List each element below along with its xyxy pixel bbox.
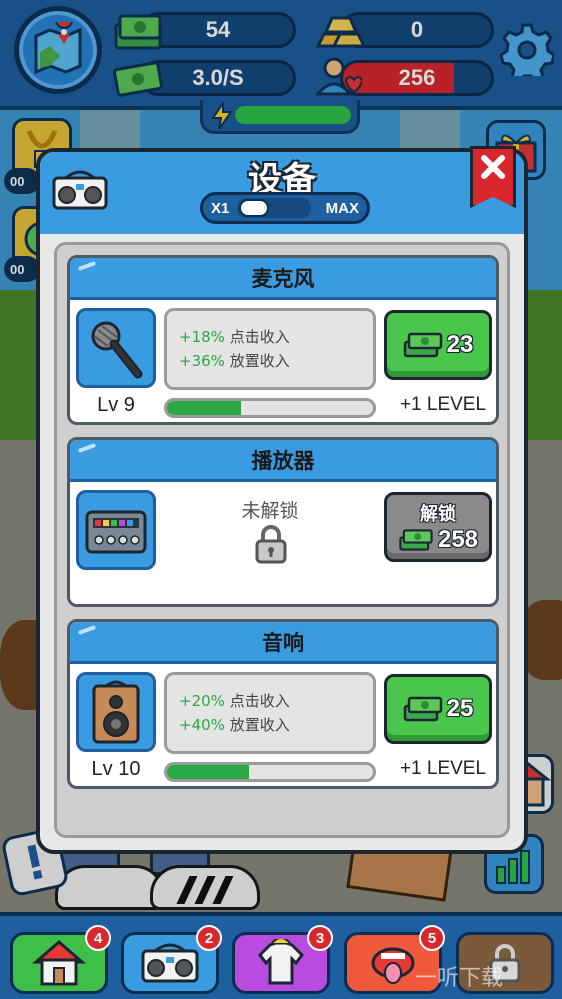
nav-equipment-button[interactable]: 2 xyxy=(121,925,222,994)
unlock-label: 解锁 xyxy=(420,504,456,524)
equipment-modal: 设备 X1 MAX 麦克风 Lv 9 +18% 点击收入 +36% 放置收入 2… xyxy=(36,146,528,854)
equipment-name: 音响 xyxy=(70,622,496,664)
upgrade-price: 23 xyxy=(446,331,474,358)
equipment-bonus: +18% 点击收入 +36% 放置收入 xyxy=(164,308,376,390)
next-level-label: +1 LEVEL xyxy=(399,394,487,415)
multiplier-min-label: X1 xyxy=(211,200,230,217)
multiplier-switch[interactable] xyxy=(237,198,311,218)
click-bonus-label: 点击收入 xyxy=(229,692,290,710)
cash-stack-icon xyxy=(399,529,433,551)
cash-stack-icon xyxy=(403,696,442,722)
equipment-list[interactable]: 麦克风 Lv 9 +18% 点击收入 +36% 放置收入 23 +1 LEVEL… xyxy=(54,242,510,838)
nav-home-button[interactable]: 4 xyxy=(10,925,111,994)
multiplier-switch-knob[interactable] xyxy=(239,199,269,217)
level-progress-bar xyxy=(164,762,376,782)
equipment-level: Lv 10 xyxy=(91,758,141,780)
notification-badge: 4 xyxy=(85,925,111,951)
next-level-label: +1 LEVEL xyxy=(399,758,487,779)
modal-header: 设备 X1 MAX xyxy=(40,152,524,234)
nav-outfit-button[interactable]: 3 xyxy=(232,925,333,994)
idle-bonus-pct: +36% xyxy=(179,352,225,370)
mouth-icon xyxy=(371,947,415,984)
level-progress-fill xyxy=(167,401,242,415)
click-bonus-label: 点击收入 xyxy=(229,328,290,346)
notification-badge: 3 xyxy=(307,925,333,951)
idle-bonus-label: 放置收入 xyxy=(229,352,290,370)
equipment-name: 麦克风 xyxy=(70,258,496,300)
house-icon xyxy=(32,940,86,986)
equipment-card-microphone: 麦克风 Lv 9 +18% 点击收入 +36% 放置收入 23 +1 LEVEL xyxy=(67,255,499,425)
equipment-card-speaker: 音响 Lv 10 +20% 点击收入 +40% 放置收入 25 +1 LEVEL xyxy=(67,619,499,789)
notification-badge: 5 xyxy=(419,925,445,951)
idle-bonus-label: 放置收入 xyxy=(229,716,290,734)
speaker-icon xyxy=(76,672,156,752)
cash-stack-icon xyxy=(403,332,442,358)
click-bonus-pct: +20% xyxy=(179,692,225,710)
upgrade-price: 25 xyxy=(446,695,474,722)
click-bonus-pct: +18% xyxy=(179,328,225,346)
padlock-icon xyxy=(254,524,288,568)
upgrade-button[interactable]: 25 xyxy=(384,674,492,744)
equipment-name: 播放器 xyxy=(70,440,496,482)
unlock-button[interactable]: 解锁 258 xyxy=(384,492,492,562)
equipment-level: Lv 9 xyxy=(97,394,135,416)
idle-bonus-pct: +40% xyxy=(179,716,225,734)
mixer-icon xyxy=(76,490,156,570)
unlock-price: 258 xyxy=(437,526,479,553)
watermark-text: 一听下载 xyxy=(415,966,504,991)
microphone-icon xyxy=(76,308,156,388)
locked-status: 未解锁 xyxy=(241,500,299,522)
level-progress-bar xyxy=(164,398,376,418)
multiplier-max-label: MAX xyxy=(325,200,359,217)
level-progress-fill xyxy=(167,765,250,779)
notification-badge: 2 xyxy=(196,925,222,951)
close-icon xyxy=(481,155,505,179)
equipment-card-player: 播放器 未解锁 解锁 258 xyxy=(67,437,499,607)
equipment-bonus: +20% 点击收入 +40% 放置收入 xyxy=(164,672,376,754)
multiplier-toggle[interactable]: X1 MAX xyxy=(200,192,370,224)
shirt-icon xyxy=(258,939,304,985)
boombox-icon xyxy=(141,943,199,983)
upgrade-button[interactable]: 23 xyxy=(384,310,492,380)
